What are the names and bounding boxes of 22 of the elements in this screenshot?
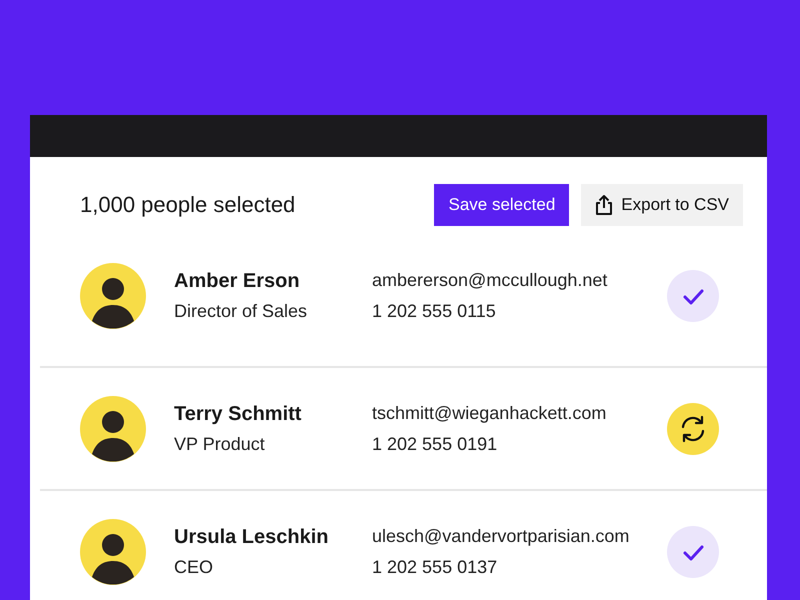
email-address: ambererson@mccullough.net (372, 270, 608, 291)
sync-icon (667, 402, 719, 454)
job-title: Director of Sales (174, 301, 308, 322)
save-selected-button[interactable]: Save selected (434, 184, 570, 226)
person-name: Terry Schmitt (174, 402, 302, 426)
person-name: Amber Erson (174, 270, 301, 293)
job-title: VP Product (174, 434, 266, 454)
phone-number: 1 202 555 0191 (372, 434, 498, 454)
phone-number: 1 202 555 0137 (372, 556, 498, 578)
avatar (80, 396, 146, 462)
selection-count: 1,000 people selected (80, 192, 296, 218)
email-address: ulesch@vandervortparisian.com (372, 526, 630, 546)
export-button[interactable]: Export to CSV (581, 184, 743, 226)
avatar (80, 263, 146, 329)
email-address: tschmitt@wieganhackett.com (372, 402, 608, 424)
avatar (80, 518, 146, 584)
person-name: Ursula Leschkin (174, 526, 330, 548)
job-title: CEO (174, 556, 214, 578)
checkmark-icon (667, 270, 719, 322)
share-icon (595, 194, 614, 216)
checkmark-icon (667, 526, 719, 578)
phone-number: 1 202 555 0115 (372, 301, 497, 322)
